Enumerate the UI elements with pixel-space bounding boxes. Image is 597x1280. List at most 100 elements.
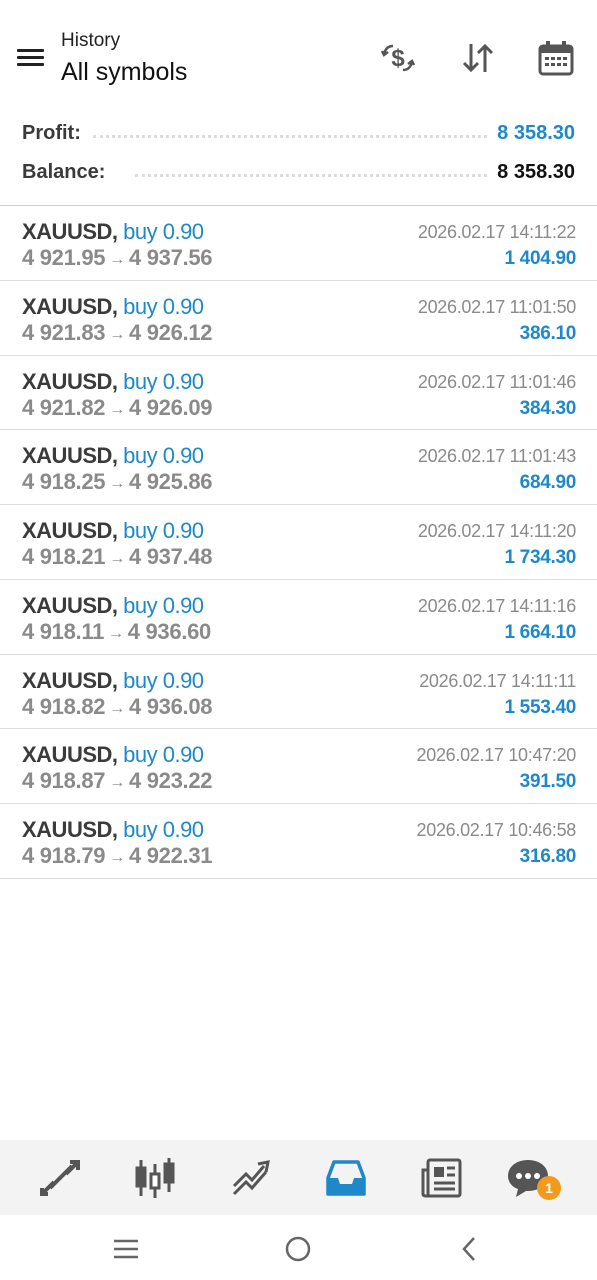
balance-row: Balance: 8 358.30 (22, 157, 575, 187)
arrow-right-icon: → (109, 699, 125, 717)
deal-time: 2026.02.17 14:11:22 (417, 222, 576, 242)
deal-side-volume: buy 0.90 (123, 667, 204, 693)
deal-symbol: XAUUSD, buy 0.90 (22, 518, 204, 544)
arrow-right-icon: → (109, 475, 125, 493)
news-icon[interactable] (418, 1154, 466, 1202)
profit-label: Profit: (22, 121, 81, 144)
deal-symbol: XAUUSD, buy 0.90 (22, 593, 204, 619)
deal-row[interactable]: XAUUSD, buy 0.90 4 921.95 → 4 937.56 2026.02… (0, 206, 597, 281)
deal-side-volume: buy 0.90 (123, 518, 204, 543)
history-icon[interactable] (322, 1154, 370, 1202)
open-price: 4 918.79 (22, 843, 106, 868)
dollar-exchange-icon[interactable]: $ (378, 38, 418, 78)
arrow-right-icon: → (109, 251, 125, 268)
close-price: 4 926.12 (128, 319, 213, 345)
deal-symbol: XAUUSD, buy 0.90 (22, 294, 204, 320)
open-price: 4 921.82 (22, 394, 106, 420)
deal-list: XAUUSD, buy 0.90 4 921.95 → 4 937.56 2026.02… (0, 206, 597, 879)
sort-icon[interactable] (458, 38, 498, 78)
deal-side-volume: buy 0.90 (123, 293, 204, 319)
deal-profit: 1 734.30 (504, 547, 576, 568)
deal-symbol: XAUUSD, buy 0.90 (22, 369, 204, 395)
deal-profit: 1 553.40 (504, 696, 576, 718)
deal-prices: 4 921.95 → 4 937.56 (22, 245, 213, 271)
chat-notification-badge: 1 (537, 1176, 561, 1200)
recent-apps-icon[interactable] (106, 1229, 146, 1269)
symbol-filter-title[interactable]: All symbols (61, 58, 187, 87)
symbol-name: XAUUSD, (22, 518, 118, 543)
deal-row[interactable]: XAUUSD, buy 0.90 4 918.11 → 4 936.60 2026.02… (0, 580, 597, 655)
deal-row[interactable]: XAUUSD, buy 0.90 4 921.82 → 4 926.09 2026.02… (0, 356, 597, 431)
close-price: 4 922.31 (128, 843, 213, 868)
deal-side-volume: buy 0.90 (123, 592, 204, 618)
bottom-tab-bar (0, 1140, 597, 1215)
home-icon[interactable] (278, 1229, 318, 1269)
close-price: 4 936.08 (128, 693, 213, 719)
menu-icon[interactable] (14, 44, 48, 72)
deal-profit: 1 664.10 (504, 621, 576, 643)
close-price: 4 925.86 (128, 469, 213, 495)
profit-row: Profit: 8 358.30 (22, 118, 575, 148)
deal-row[interactable]: XAUUSD, buy 0.90 4 921.83 → 4 926.12 2026.02… (0, 281, 597, 356)
deal-row[interactable]: XAUUSD, buy 0.90 4 918.25 → 4 925.86 2026.02… (0, 430, 597, 505)
deal-row[interactable]: XAUUSD, buy 0.90 4 918.79 → 4 922.31 2026.02… (0, 804, 597, 879)
arrow-right-icon: → (109, 325, 125, 343)
symbol-name: XAUUSD, (22, 368, 118, 394)
deal-time: 2026.02.17 14:11:11 (419, 670, 576, 691)
calendar-icon[interactable] (536, 38, 576, 78)
quotes-icon[interactable] (36, 1154, 84, 1202)
deal-prices: 4 918.11 → 4 936.60 (22, 619, 211, 645)
deal-symbol: XAUUSD, buy 0.90 (22, 668, 204, 694)
arrow-right-icon: → (109, 550, 125, 567)
deal-profit: 316.80 (519, 846, 577, 867)
deal-side-volume: buy 0.90 (123, 742, 204, 768)
close-price: 4 936.60 (127, 618, 212, 644)
svg-text:$: $ (391, 45, 405, 72)
deal-time: 2026.02.17 10:46:58 (416, 820, 577, 840)
deal-symbol: XAUUSD, buy 0.90 (22, 219, 204, 245)
profit-value: 8 358.30 (497, 121, 575, 144)
open-price: 4 918.82 (22, 693, 106, 719)
deal-row[interactable]: XAUUSD, buy 0.90 4 918.82 → 4 936.08 2026.02… (0, 655, 597, 730)
deal-time: 2026.02.17 10:47:20 (416, 745, 577, 766)
open-price: 4 918.21 (22, 544, 106, 569)
close-price: 4 937.56 (128, 245, 213, 270)
arrow-right-icon: → (108, 624, 124, 642)
deal-row[interactable]: XAUUSD, buy 0.90 4 918.21 → 4 937.48 2026.02… (0, 505, 597, 580)
deal-row[interactable]: XAUUSD, buy 0.90 4 918.87 → 4 923.22 2026.02… (0, 729, 597, 804)
open-price: 4 918.87 (22, 768, 106, 794)
close-price: 4 926.09 (128, 394, 213, 420)
balance-label: Balance: (22, 160, 106, 183)
back-icon[interactable] (450, 1229, 490, 1269)
deal-prices: 4 918.82 → 4 936.08 (22, 693, 213, 720)
app-header: History All symbols $ (0, 0, 597, 110)
deal-symbol: XAUUSD, buy 0.90 (22, 742, 204, 768)
history-summary: Profit: 8 358.30 Balance: 8 358.30 (0, 110, 597, 206)
dotted-leader (135, 173, 488, 177)
deal-profit: 391.50 (519, 771, 577, 793)
close-price: 4 923.22 (128, 768, 213, 794)
chart-icon[interactable] (131, 1154, 179, 1202)
close-price: 4 937.48 (128, 544, 213, 569)
symbol-name: XAUUSD, (22, 742, 118, 768)
deal-time: 2026.02.17 11:01:43 (417, 446, 576, 467)
balance-value: 8 358.30 (497, 160, 575, 183)
deal-prices: 4 921.82 → 4 926.09 (22, 394, 213, 421)
open-price: 4 918.11 (22, 618, 105, 644)
dotted-leader (92, 134, 488, 138)
system-nav-bar (0, 1215, 597, 1280)
trade-icon[interactable] (226, 1154, 274, 1202)
symbol-name: XAUUSD, (22, 667, 118, 693)
symbol-name: XAUUSD, (22, 293, 118, 319)
symbol-name: XAUUSD, (22, 219, 118, 244)
arrow-right-icon: → (109, 849, 125, 866)
deal-profit: 384.30 (519, 397, 577, 419)
deal-time: 2026.02.17 14:11:16 (417, 595, 576, 616)
deal-time: 2026.02.17 11:01:50 (417, 296, 576, 317)
deal-time: 2026.02.17 14:11:20 (417, 521, 576, 541)
symbol-name: XAUUSD, (22, 443, 118, 469)
deal-prices: 4 918.79 → 4 922.31 (22, 843, 213, 869)
deal-prices: 4 921.83 → 4 926.12 (22, 319, 213, 346)
deal-profit: 386.10 (519, 322, 577, 344)
deal-prices: 4 918.25 → 4 925.86 (22, 469, 213, 495)
